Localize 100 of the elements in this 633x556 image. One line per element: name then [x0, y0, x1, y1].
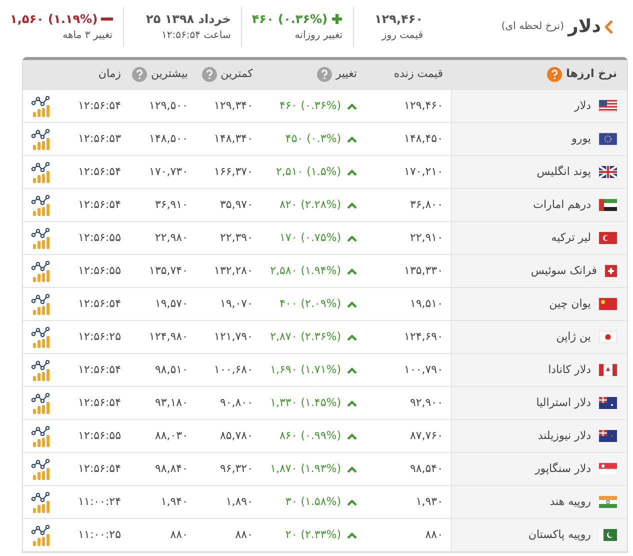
chevron-icon[interactable] — [605, 20, 613, 34]
max-value: ۲۲,۹۸۰ — [154, 230, 188, 246]
stat-value: ۱,۵۶۰ (۱.۱۹%) — [10, 11, 98, 28]
min-value: ۱۲۹,۳۴۰ — [214, 98, 253, 114]
time-value: ۱۲:۵۶:۵۵ — [78, 262, 121, 279]
chart-icon[interactable] — [31, 194, 51, 216]
change-value: ۴۰۰ (۲.۰۹%) — [280, 296, 341, 312]
price-value: ۸۸۰ — [425, 526, 443, 543]
currency-name[interactable]: یورو — [572, 130, 591, 148]
chart-icon[interactable] — [31, 458, 51, 480]
min-value: ۱۰۰,۶۸۰ — [214, 362, 253, 378]
column-header: کمترین — [220, 66, 253, 82]
time-value: ۱۲:۵۶:۵۴ — [78, 98, 121, 114]
price-value: ۱۲۹,۴۶۰ — [404, 98, 443, 114]
price-value: ۱۲۴,۶۹۰ — [404, 328, 443, 345]
stat-label: ساعت ۱۲:۵۶:۵۴ — [160, 29, 231, 43]
chart-icon[interactable] — [31, 294, 51, 314]
price-value: ۹۸,۵۴۰ — [410, 460, 443, 477]
currency-name[interactable]: دلار سنگاپور — [535, 460, 591, 478]
page-title: دلار — [568, 15, 601, 39]
time-value: ۱۲:۵۶:۵۴ — [78, 196, 121, 213]
max-value: ۹۸,۵۱۰ — [154, 362, 188, 378]
time-value: ۱۲:۵۶:۵۴ — [78, 460, 121, 477]
time-value: ۱۱:۰۰:۲۴ — [78, 494, 121, 510]
max-value: ۱۷۰,۷۳۰ — [149, 164, 188, 180]
time-value: ۱۲:۵۶:۵۴ — [78, 164, 121, 180]
change-value: ۸۲۰ (۲.۲۸%) — [280, 196, 341, 213]
change-value: ۱,۸۷۰ (۱.۹۳%) — [270, 460, 341, 477]
min-value: ۳۵,۹۷۰ — [220, 196, 253, 213]
stat-label: تغییر ۳ ماهه — [62, 29, 113, 43]
max-value: ۱۹,۵۷۰ — [154, 296, 188, 312]
price-value: ۱,۹۳۰ — [416, 494, 443, 510]
stat-label: تغییر روزانه — [294, 29, 343, 43]
chart-icon[interactable] — [31, 162, 51, 182]
chart-icon[interactable] — [31, 360, 51, 380]
change-value: ۲,۵۸۰ (۱.۹۴%) — [270, 262, 341, 279]
currency-name[interactable]: لیر ترکیه — [551, 230, 591, 246]
max-value: ۸۸,۰۳۰ — [154, 428, 188, 444]
stat-value: ۴۶۰ (۰.۳۶%) — [252, 11, 328, 28]
min-value: ۸۵,۷۸۰ — [220, 428, 253, 444]
time-value: ۱۲:۵۶:۲۵ — [78, 328, 121, 345]
chart-icon[interactable] — [31, 326, 51, 348]
max-value: ۹۳,۱۸۰ — [154, 394, 188, 411]
column-header: نرخ ارزها — [566, 66, 617, 82]
max-value: ۱۴۸,۵۰۰ — [149, 130, 188, 147]
price-value: ۳۶,۸۰۰ — [410, 196, 443, 213]
price-value: ۹۲,۹۰۰ — [410, 394, 443, 411]
change-value: ۲,۸۷۰ (۲.۳۶%) — [270, 328, 341, 345]
price-value: ۸۷,۷۶۰ — [410, 428, 443, 444]
change-value: ۱,۶۹۰ (۱.۷۱%) — [270, 362, 341, 378]
flag-icon — [599, 397, 617, 409]
time-value: ۱۲:۵۶:۵۴ — [78, 362, 121, 378]
currency-name[interactable]: دلار استرالیا — [536, 394, 591, 412]
help-icon[interactable] — [547, 67, 562, 82]
currency-name[interactable]: پوند انگلیس — [536, 164, 591, 180]
currency-name[interactable]: درهم امارات — [533, 196, 591, 214]
flag-icon — [599, 166, 617, 178]
change-value: ۱,۳۳۰ (۱.۴۵%) — [270, 394, 341, 411]
chart-icon[interactable] — [31, 426, 51, 446]
currency-name[interactable]: دلار — [574, 98, 591, 114]
price-value: ۱۴۸,۴۵۰ — [404, 130, 443, 147]
currency-name[interactable]: ین ژاپن — [556, 328, 591, 346]
column-header: زمان — [98, 66, 121, 82]
chart-icon[interactable] — [31, 524, 51, 546]
change-value: ۸۶۰ (۰.۹۹%) — [280, 428, 341, 444]
time-value: ۱۲:۵۶:۵۵ — [78, 230, 121, 246]
change-value: ۳۰ (۱.۵۸%) — [285, 494, 341, 510]
min-value: ۱۴۸,۳۴۰ — [214, 130, 253, 147]
flag-icon — [599, 463, 617, 475]
change-value: ۱۷۰ (۰.۷۵%) — [280, 230, 341, 246]
min-value: ۱۶۶,۳۷۰ — [214, 164, 253, 180]
currency-name[interactable]: یوان چین — [549, 296, 591, 312]
min-value: ۱۳۲,۲۸۰ — [214, 262, 253, 279]
currency-name[interactable]: دلار نیوزیلند — [538, 428, 591, 444]
chart-icon[interactable] — [31, 492, 51, 512]
column-header: بیشترین — [150, 66, 188, 82]
column-header: قیمت زنده — [394, 66, 443, 82]
flag-icon — [599, 430, 617, 442]
min-value: ۱۲۱,۷۹۰ — [214, 328, 253, 345]
max-value: ۳۶,۹۱۰ — [154, 196, 188, 213]
change-value: ۴۵۰ (۰.۳%) — [285, 130, 341, 147]
min-value: ۸۸۰ — [235, 526, 253, 543]
chart-icon[interactable] — [31, 96, 51, 116]
column-header: تغییر — [336, 66, 357, 82]
flag-icon — [599, 496, 617, 508]
currency-name[interactable]: روپیه هند — [550, 494, 591, 510]
flag-icon — [599, 529, 617, 541]
min-value: ۹۰,۸۰۰ — [220, 394, 253, 411]
min-value: ۹۶,۳۲۰ — [220, 460, 253, 477]
chart-icon[interactable] — [31, 392, 51, 414]
stat-label: قیمت روز — [380, 29, 423, 43]
time-value: ۱۲:۵۶:۵۴ — [78, 394, 121, 411]
currency-name[interactable]: روپیه پاکستان — [528, 526, 591, 544]
chart-icon[interactable] — [31, 228, 51, 248]
chart-icon[interactable] — [31, 260, 51, 282]
price-value: ۱۹,۵۱۰ — [410, 296, 443, 312]
flag-icon — [599, 364, 617, 376]
currency-name[interactable]: دلار کانادا — [548, 362, 591, 378]
chart-icon[interactable] — [31, 128, 51, 150]
flag-icon — [599, 100, 617, 112]
